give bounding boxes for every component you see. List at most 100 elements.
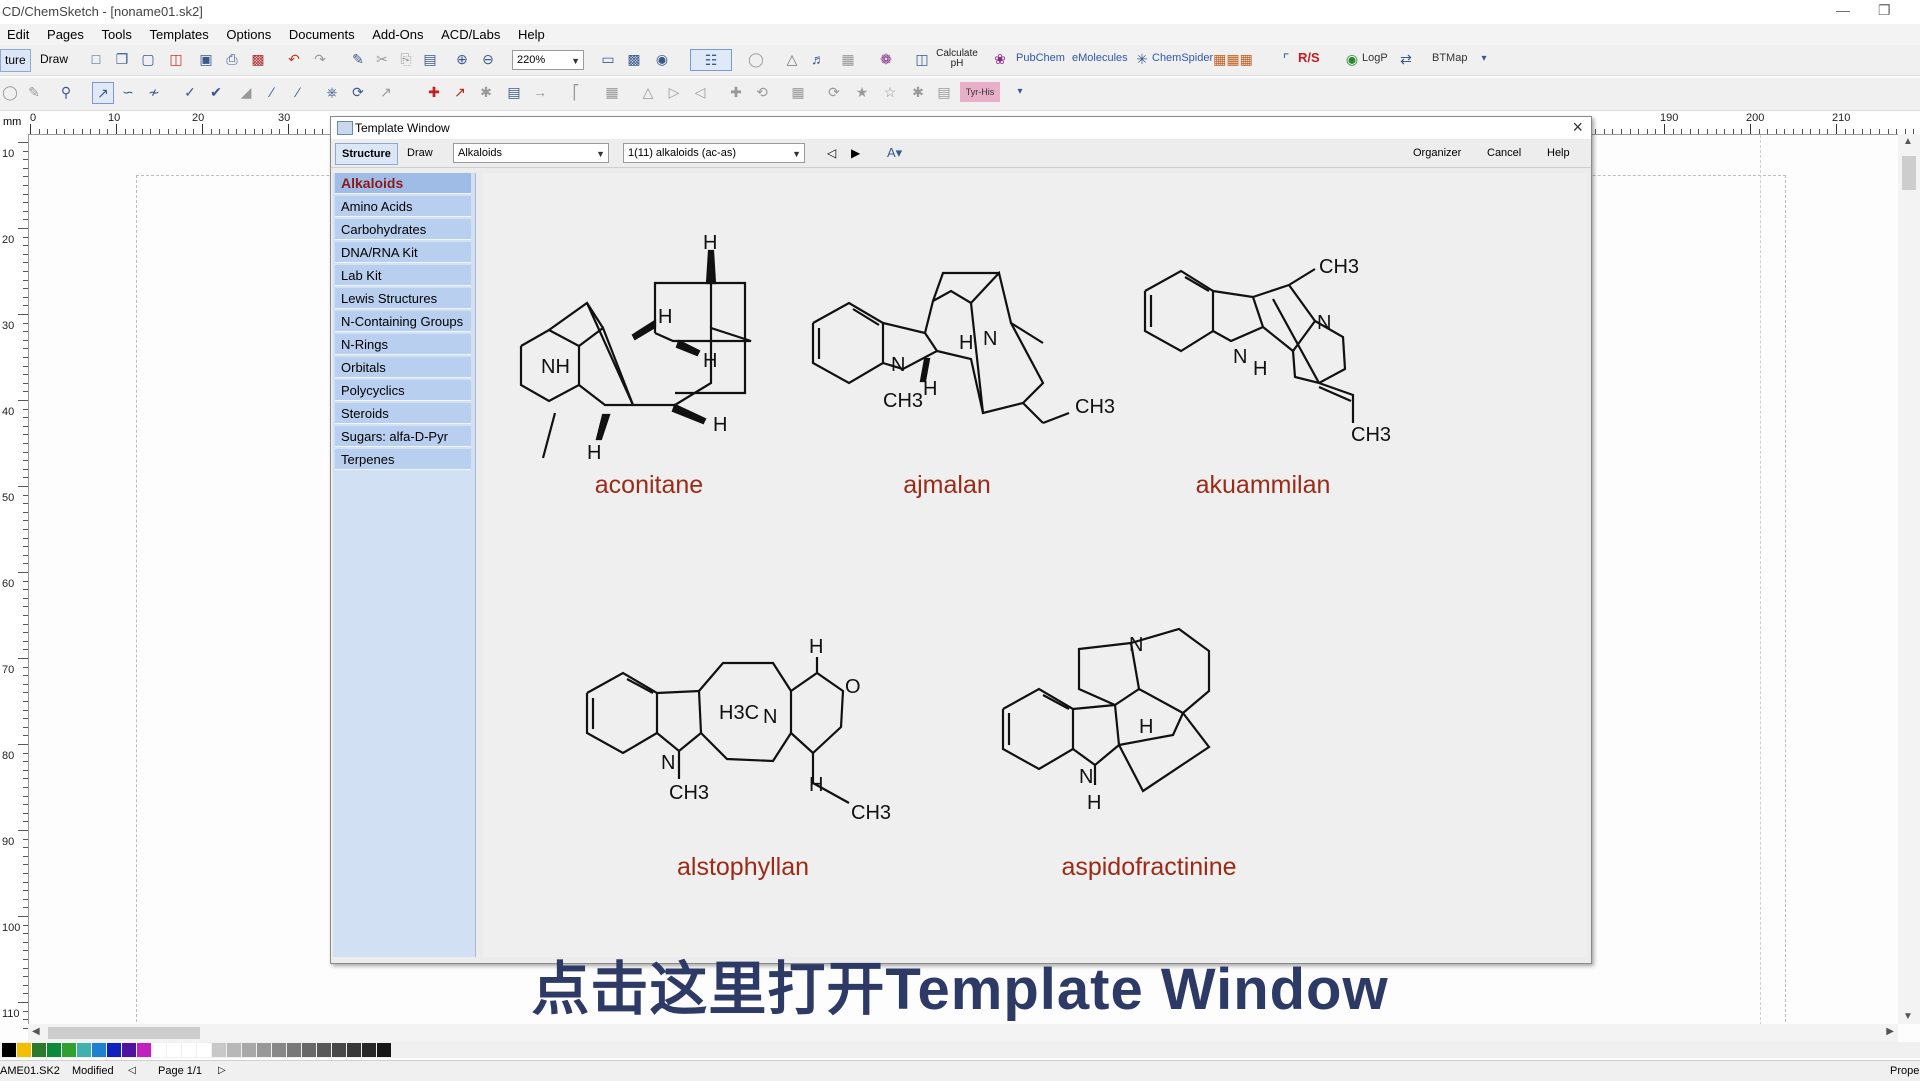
color-swatch[interactable]	[212, 1043, 226, 1057]
category-item-n-containing-groups[interactable]: N-Containing Groups	[335, 311, 471, 332]
overflow-chevron-icon[interactable]: ▾	[1474, 49, 1494, 69]
horizontal-scrollbar[interactable]: ◀ ▶	[28, 1024, 1898, 1042]
zoom-out-icon[interactable]: ⊖	[478, 49, 498, 69]
category-item-lab-kit[interactable]: Lab Kit	[335, 265, 471, 286]
category-item-lewis-structures[interactable]: Lewis Structures	[335, 288, 471, 309]
molecule-ajmalan[interactable]: N H N H CH3 CH3	[811, 270, 1115, 425]
undo-icon[interactable]: ↶	[284, 49, 304, 69]
logp-button[interactable]: LogP	[1362, 52, 1388, 64]
template-window-icon[interactable]: ☷	[690, 49, 732, 71]
color-swatch[interactable]	[227, 1043, 241, 1057]
draw-bond-icon[interactable]: ↗	[92, 82, 114, 104]
color-swatch[interactable]	[182, 1043, 196, 1057]
logp-icon[interactable]: ◉	[1342, 49, 1362, 69]
color-swatch[interactable]	[107, 1043, 121, 1057]
chain-icon[interactable]: ∽	[118, 82, 138, 102]
new-page-icon[interactable]: ❐	[112, 49, 132, 69]
chain2-icon[interactable]: ≁	[144, 82, 164, 102]
category-item-amino-acids[interactable]: Amino Acids	[335, 196, 471, 217]
color-swatch[interactable]	[317, 1043, 331, 1057]
menu-tools[interactable]: Tools	[95, 24, 139, 42]
vertical-scroll-thumb[interactable]	[1902, 156, 1916, 190]
tab-structure[interactable]: Structure	[335, 143, 398, 165]
check-icon[interactable]: ✓	[180, 82, 200, 102]
tyr-his-button[interactable]: Tyr-His	[960, 82, 1000, 102]
page-select[interactable]: 1(11) alkaloids (ac-as) ▼	[623, 143, 805, 163]
pdf-icon[interactable]: ▩	[248, 49, 268, 69]
help-button[interactable]: Help	[1541, 143, 1576, 163]
category-item-steroids[interactable]: Steroids	[335, 403, 471, 424]
erase-icon[interactable]: ✎	[348, 49, 368, 69]
page-icon[interactable]: ▭	[598, 49, 618, 69]
color-swatch[interactable]	[197, 1043, 211, 1057]
horizontal-scroll-thumb[interactable]	[48, 1027, 200, 1039]
axis-icon[interactable]: ⌜	[1276, 49, 1296, 69]
category-item-carbohydrates[interactable]: Carbohydrates	[335, 219, 471, 240]
cut-icon[interactable]: ✂	[372, 49, 392, 69]
menu-acdlabs[interactable]: ACD/Labs	[434, 24, 507, 42]
copy-page-icon[interactable]: ▢	[138, 49, 158, 69]
menu-pages[interactable]: Pages	[40, 24, 91, 42]
molecule-akuammilan[interactable]: N N H CH3 CH3	[1143, 256, 1391, 446]
category-item-orbitals[interactable]: Orbitals	[335, 357, 471, 378]
minimize-icon[interactable]: —	[1836, 2, 1850, 18]
color-swatch[interactable]	[242, 1043, 256, 1057]
pubchem-button[interactable]: PubChem	[1016, 52, 1065, 64]
group-icon[interactable]: ▦	[788, 82, 808, 102]
overflow2-chevron-icon[interactable]: ▾	[1010, 82, 1030, 102]
table-icon[interactable]: ▤	[504, 82, 524, 102]
scroll-up-icon[interactable]: ▲	[1903, 136, 1913, 147]
flip2-icon[interactable]: ▷	[664, 82, 684, 102]
molecule-aspidofractinine[interactable]: N H N H	[1001, 627, 1211, 814]
ring-icon[interactable]: ⎈	[322, 82, 342, 102]
color-swatch[interactable]	[32, 1043, 46, 1057]
move-icon[interactable]: ✚	[726, 82, 746, 102]
btmap-button[interactable]: BTMap	[1432, 52, 1467, 64]
minus-charge-icon[interactable]: ↗	[450, 82, 470, 102]
pubchem-icon[interactable]: ❀	[990, 49, 1010, 69]
rotate-icon[interactable]: ⟳	[348, 82, 368, 102]
open-icon[interactable]: ◫	[166, 49, 186, 69]
calculate-ph-button[interactable]: Calculate pH	[932, 49, 982, 69]
hash-bond-icon[interactable]: ⁄	[288, 82, 308, 102]
close-icon[interactable]: ×	[1572, 117, 1583, 138]
bond-icon[interactable]: ∕	[262, 82, 282, 102]
menu-templates[interactable]: Templates	[143, 24, 216, 42]
calculate-icon[interactable]: ◫	[912, 49, 932, 69]
prev-page-icon[interactable]: ◁	[821, 143, 842, 163]
color-swatch[interactable]	[137, 1043, 151, 1057]
template-window-titlebar[interactable]: Template Window ×	[331, 117, 1591, 139]
category-item-dna-rna-kit[interactable]: DNA/RNA Kit	[335, 242, 471, 263]
category-item-n-rings[interactable]: N-Rings	[335, 334, 471, 355]
tool1-icon[interactable]: ★	[852, 82, 872, 102]
image-icon[interactable]: ▩	[624, 49, 644, 69]
zoom-in-icon[interactable]: ⊕	[452, 49, 472, 69]
color-swatch[interactable]	[62, 1043, 76, 1057]
menu-addons[interactable]: Add-Ons	[365, 24, 430, 42]
color-swatch[interactable]	[257, 1043, 271, 1057]
radical-icon[interactable]: ✱	[476, 82, 496, 102]
align-icon[interactable]: ▦	[602, 82, 622, 102]
color-swatch[interactable]	[47, 1043, 61, 1057]
draw-mode-button[interactable]: Draw	[36, 49, 72, 70]
flip3-icon[interactable]: ◁	[690, 82, 710, 102]
new-icon[interactable]: □	[86, 49, 106, 69]
paste-icon[interactable]: ▤	[420, 49, 440, 69]
tool4-icon[interactable]: ▤	[934, 82, 954, 102]
refresh-icon[interactable]: ⟳	[824, 82, 844, 102]
rotate2-icon[interactable]: ⟲	[752, 82, 772, 102]
bracket-icon[interactable]: ⎡	[566, 82, 586, 102]
cancel-button[interactable]: Cancel	[1481, 143, 1527, 163]
select-icon[interactable]: ◯	[0, 82, 20, 102]
redo-icon[interactable]: ↷	[310, 49, 330, 69]
category-select[interactable]: Alkaloids ▼	[453, 143, 609, 163]
save-icon[interactable]: ▣	[196, 49, 216, 69]
3d-icon[interactable]: △	[782, 49, 802, 69]
restore-icon[interactable]: ❐	[1878, 2, 1891, 19]
structure-mode-button[interactable]: ture	[0, 49, 31, 72]
plus-charge-icon[interactable]: ✚	[424, 82, 444, 102]
text-style-icon[interactable]: A▾	[881, 143, 908, 163]
color-swatch[interactable]	[92, 1043, 106, 1057]
shapes-icon[interactable]: ◉	[652, 49, 672, 69]
check2-icon[interactable]: ✔	[206, 82, 226, 102]
